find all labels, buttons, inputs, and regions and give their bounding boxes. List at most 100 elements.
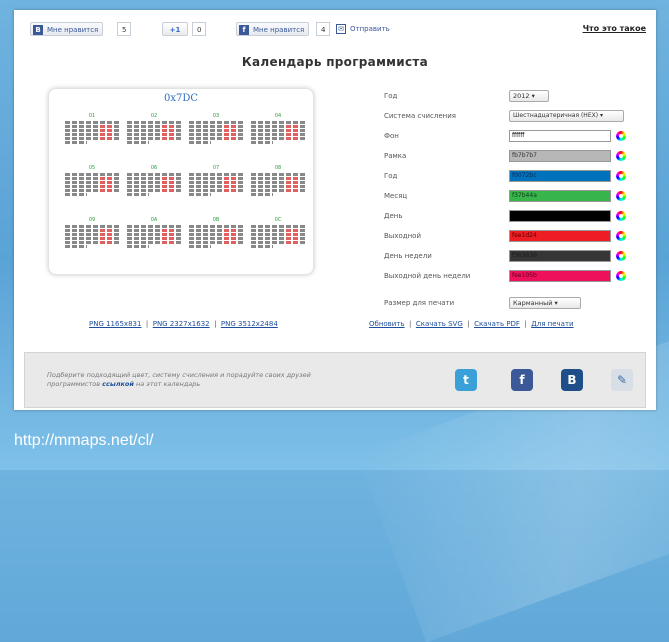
color-picker-icon[interactable] <box>616 211 626 221</box>
calendar-week-row <box>127 229 181 232</box>
color-input[interactable]: f0072bc <box>509 170 611 182</box>
color-picker-icon[interactable] <box>616 171 626 181</box>
vk-like-count: 5 <box>117 22 132 36</box>
calendar-week-row <box>251 245 273 248</box>
calendar-week-row <box>65 189 119 192</box>
calendar-week-row <box>251 129 305 132</box>
color-input[interactable]: fee105b <box>509 270 611 282</box>
calendar-month: 02 <box>127 113 181 145</box>
color-picker-icon[interactable] <box>616 251 626 261</box>
calendar-week-row <box>189 121 243 124</box>
calendar-week-row <box>65 229 119 232</box>
color-input[interactable]: fee1d24 <box>509 230 611 242</box>
calendar-week-row <box>251 189 305 192</box>
twitter-icon[interactable]: t <box>455 369 477 391</box>
png-small-link[interactable]: PNG 1165x831 <box>89 320 141 328</box>
download-svg-link[interactable]: Скачать SVG <box>416 320 463 328</box>
calendar-week-row <box>127 125 181 128</box>
calendar-month: 07 <box>189 165 243 197</box>
month-name: 03 <box>212 113 220 119</box>
color-input[interactable]: f37b44a <box>509 190 611 202</box>
gplus-button[interactable]: +1 <box>162 22 188 36</box>
calendar-week-row <box>65 241 119 244</box>
year-select[interactable]: 2012 ▾ <box>509 90 549 102</box>
vk-icon: B <box>33 25 43 35</box>
print-link[interactable]: Для печати <box>531 320 573 328</box>
print-size-label: Размер для печати <box>384 299 455 307</box>
month-name: 09 <box>88 217 96 223</box>
calendar-week-row <box>251 121 305 124</box>
calendar-week-row <box>251 233 305 236</box>
calendar-week-row <box>189 177 243 180</box>
calendar-week-row <box>251 181 305 184</box>
what-is-this-link[interactable]: Что это такое <box>583 24 646 33</box>
facebook-icon: f <box>239 25 249 35</box>
color-picker-icon[interactable] <box>616 131 626 141</box>
send-icon: ✉ <box>336 24 346 34</box>
fb-like-button[interactable]: f Мне нравится <box>236 22 310 36</box>
calendar-week-row <box>127 177 181 180</box>
refresh-link[interactable]: Обновить <box>369 320 405 328</box>
calendar-week-row <box>65 173 119 176</box>
download-pdf-link[interactable]: Скачать PDF <box>474 320 520 328</box>
social-bar: B Мне нравится 5 +1 0 f Мне нравится 4 ✉… <box>14 10 656 46</box>
print-size-select[interactable]: Карманный ▾ <box>509 297 581 309</box>
png-medium-link[interactable]: PNG 2327x1632 <box>153 320 210 328</box>
color-picker-icon[interactable] <box>616 271 626 281</box>
calendar-preview: 0x7DC 01 02 03 04 05 06 07 08 09 0A 0B 0C <box>48 88 314 275</box>
share-link[interactable]: ссылкой <box>102 380 134 388</box>
color-input[interactable]: 000000 <box>509 210 611 222</box>
fb-send-button[interactable]: ✉ Отправить <box>334 22 394 36</box>
calendar-month: 06 <box>127 165 181 197</box>
vkontakte-icon[interactable]: B <box>561 369 583 391</box>
calendar-week-row <box>251 193 273 196</box>
vk-like-button[interactable]: B Мне нравится <box>30 22 104 36</box>
color-label: Фон <box>384 132 399 140</box>
calendar-year: 0x7DC <box>163 93 199 104</box>
facebook-icon[interactable]: f <box>511 369 533 391</box>
calendar-week-row <box>189 133 243 136</box>
calendar-week-row <box>127 185 181 188</box>
color-input[interactable]: fb7b7b7 <box>509 150 611 162</box>
color-picker-icon[interactable] <box>616 231 626 241</box>
calendar-week-row <box>127 189 181 192</box>
month-name: 0C <box>274 217 282 223</box>
calendar-month: 01 <box>65 113 119 145</box>
calendar-week-row <box>65 137 119 140</box>
page-title: Календарь программиста <box>241 55 429 69</box>
livejournal-icon[interactable]: ✎ <box>611 369 633 391</box>
color-picker-icon[interactable] <box>616 191 626 201</box>
calendar-week-row <box>189 237 243 240</box>
calendar-week-row <box>65 125 119 128</box>
color-picker-icon[interactable] <box>616 151 626 161</box>
color-input[interactable]: f363636 <box>509 250 611 262</box>
color-input[interactable]: ffffff <box>509 130 611 142</box>
calendar-week-row <box>65 129 119 132</box>
gplus-count: 0 <box>192 22 207 36</box>
calendar-week-row <box>65 181 119 184</box>
calendar-month: 0A <box>127 217 181 249</box>
calendar-week-row <box>127 121 181 124</box>
main-panel: B Мне нравится 5 +1 0 f Мне нравится 4 ✉… <box>14 10 656 410</box>
month-name: 02 <box>150 113 158 119</box>
calendar-week-row <box>65 193 87 196</box>
calendar-week-row <box>189 137 243 140</box>
png-downloads: PNG 1165x831 | PNG 2327x1632 | PNG 3512x… <box>89 320 278 328</box>
share-footer: Подберите подходящий цвет, систему счисл… <box>24 352 646 408</box>
calendar-week-row <box>189 185 243 188</box>
month-name: 04 <box>274 113 282 119</box>
numeral-system-select[interactable]: Шестнадцатеричная (HEX) ▾ <box>509 110 624 122</box>
calendar-week-row <box>127 241 181 244</box>
action-links: Обновить | Скачать SVG | Скачать PDF | Д… <box>369 320 574 328</box>
png-large-link[interactable]: PNG 3512x2484 <box>221 320 278 328</box>
calendar-week-row <box>127 245 149 248</box>
calendar-month: 03 <box>189 113 243 145</box>
calendar-week-row <box>65 225 119 228</box>
calendar-week-row <box>65 185 119 188</box>
calendar-week-row <box>65 233 119 236</box>
color-label: Выходной день недели <box>384 272 471 280</box>
calendar-week-row <box>127 233 181 236</box>
calendar-week-row <box>189 173 243 176</box>
share-text: Подберите подходящий цвет, систему счисл… <box>47 371 311 388</box>
fb-like-count: 4 <box>316 22 331 36</box>
